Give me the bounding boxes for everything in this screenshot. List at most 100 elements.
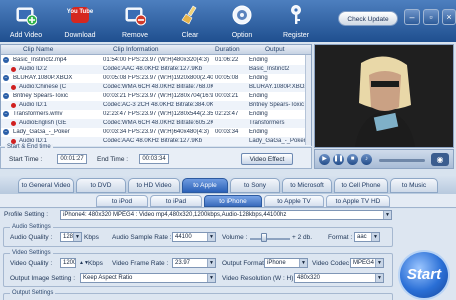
chevron-down-icon: ▼	[207, 233, 215, 241]
clip-list-scrollbar[interactable]	[305, 55, 311, 145]
video-frame-rate-label: Video Frame Rate :	[112, 260, 169, 267]
tab-ipad[interactable]: to iPad	[150, 195, 202, 207]
minimize-icon[interactable]: –	[404, 9, 420, 25]
duration-cell: 00:03:21	[215, 93, 239, 99]
end-time-label: End Time :	[97, 156, 129, 163]
start-time-label: Start Time :	[9, 156, 43, 163]
play-icon[interactable]: ▶	[319, 154, 330, 165]
header-clip-name[interactable]: Clip Name	[23, 46, 53, 53]
remove-button[interactable]: Remove	[109, 0, 161, 42]
preview-frame-image	[315, 45, 453, 147]
tab-apple-tv[interactable]: to Apple TV	[264, 195, 324, 207]
tab-cell-phone[interactable]: to Cell Phone	[334, 178, 388, 193]
video-settings-group: Video Settings Video Quality : 1200 ▲▼ K…	[3, 250, 393, 287]
register-button[interactable]: Register	[270, 0, 322, 42]
duration-cell: 01:06:22	[215, 57, 239, 63]
audio-track-icon	[11, 67, 16, 72]
broom-icon	[181, 5, 197, 25]
output-cell: Ending	[249, 111, 268, 117]
video-codec-select[interactable]: MPEG4 ▼	[350, 258, 384, 268]
volume-slider-track[interactable]	[250, 238, 290, 240]
audio-track-icon	[11, 103, 16, 108]
header-clip-info[interactable]: Clip Information	[113, 46, 159, 53]
tab-dvd[interactable]: to DVD	[76, 178, 126, 193]
clip-info-cell: 02:23:47 FPS:23.97 (W:H)1280x544(2.35:1)	[103, 111, 213, 117]
clip-row[interactable]: − Basic_Instinct2.mp4 01:54:00 FPS:23.97 (…	[1, 56, 311, 65]
clip-row[interactable]: − Britney Spears-Toxic 00:03:21 FPS:23.97 …	[1, 92, 311, 101]
audio-track-row[interactable]: Audio ID:1 Codec:AC-3 2CH 48.0KHz Bitrate…	[1, 101, 311, 110]
output-image-setting-label: Output Image Setting :	[10, 275, 76, 282]
download-button[interactable]: You Tube Download	[54, 0, 106, 42]
output-image-setting-select[interactable]: Keep Aspect Ratio ▼	[80, 273, 216, 283]
stop-icon[interactable]: ■	[347, 154, 358, 165]
settings-panel: Profile Setting : iPhone4: 480x320 MPEG4…	[0, 209, 456, 300]
expand-toggle-icon[interactable]: −	[3, 57, 9, 63]
output-cell: Ending	[249, 129, 268, 135]
header-duration[interactable]: Duration	[215, 46, 240, 53]
output-settings-group: Output Settings	[3, 290, 393, 300]
volume-slider-handle[interactable]	[261, 233, 267, 242]
audio-track-row[interactable]: AudioEnglish (GE Codec:WMA 6CH 48.0KHz Bi…	[1, 119, 311, 128]
audio-quality-unit: Kbps	[84, 234, 99, 241]
clip-info-cell: 00:05:08 FPS:23.97 (W:H)1920x800(2.40:1)	[103, 75, 213, 81]
output-cell: Ending	[249, 57, 268, 63]
pause-icon[interactable]: ❚❚	[333, 154, 344, 165]
tab-general-video[interactable]: to General Video	[18, 178, 74, 193]
audio-track-row[interactable]: Audio ID:2 Codec:AAC 48.0KHz Bitrate:127.…	[1, 65, 311, 74]
tab-sony[interactable]: to Sony	[230, 178, 280, 193]
add-video-icon	[16, 7, 37, 26]
tab-apple[interactable]: to Apple	[182, 178, 228, 193]
category-tab-bar: to General Video to DVD to HD Video to A…	[0, 176, 456, 194]
expand-toggle-icon[interactable]: −	[3, 111, 9, 117]
audio-sample-rate-select[interactable]: 44100 ▼	[172, 232, 216, 242]
volume-icon[interactable]: ♪	[361, 154, 372, 165]
snapshot-camera-icon[interactable]: ◉	[431, 153, 449, 166]
output-cell: BLURAY.1080P.XBOX	[249, 84, 305, 90]
clip-name-cell: Transformers.wmv	[13, 111, 63, 117]
audio-track-row[interactable]: Audio:Chinese (C Codec:WMA 6CH 48.0KHz Bi…	[1, 83, 311, 92]
video-quality-input[interactable]: 1200	[60, 258, 76, 268]
tab-apple-tv-hd[interactable]: to Apple TV HD	[326, 195, 390, 207]
clip-row[interactable]: − Lady_GaGa_-_Poker 00:03:34 FPS:23.97 (W:…	[1, 128, 311, 137]
expand-toggle-icon[interactable]: −	[3, 93, 9, 99]
remove-label: Remove	[121, 32, 149, 39]
video-resolution-select[interactable]: 480x320 ▼	[294, 273, 384, 283]
duration-cell: 00:05:08	[215, 75, 239, 81]
tab-music[interactable]: to Music	[390, 178, 438, 193]
tab-ipod[interactable]: to iPod	[96, 195, 148, 207]
clip-row[interactable]: − BLURAY.1080P.XBOX 00:05:08 FPS:23.97 (W:…	[1, 74, 311, 83]
video-effect-button[interactable]: Video Effect	[241, 153, 293, 165]
output-format-select[interactable]: iPhone ▼	[264, 258, 308, 268]
chevron-down-icon: ▼	[73, 233, 81, 241]
clip-info-cell: Codec:AAC 48.0KHz Bitrate:127.9Kb	[103, 138, 203, 144]
clip-name-cell: Audio ID:1	[19, 102, 48, 108]
chevron-down-icon: ▼	[207, 259, 215, 267]
clip-info-cell: 00:03:21 FPS:23.97 (W:H)1280x704(16:9)	[103, 93, 213, 99]
clip-row[interactable]: − Transformers.wmv 02:23:47 FPS:23.97 (W:H…	[1, 110, 311, 119]
player-seek-bar[interactable]	[379, 159, 425, 162]
tab-iphone[interactable]: to iPhone	[204, 195, 262, 207]
profile-select[interactable]: iPhone4: 480x320 MPEG4 : Video mp4,480x3…	[60, 210, 392, 220]
audio-format-select[interactable]: aac ▼	[354, 232, 380, 242]
output-settings-legend: Output Settings	[10, 290, 56, 296]
expand-toggle-icon[interactable]: −	[3, 75, 9, 81]
video-frame-rate-select[interactable]: 23.97 ▼	[172, 258, 216, 268]
start-time-input[interactable]: 00:01:27	[57, 154, 87, 164]
clip-name-cell: Britney Spears-Toxic	[13, 93, 69, 99]
add-video-button[interactable]: Add Video	[0, 0, 52, 42]
audio-quality-select[interactable]: 128 ▼	[60, 232, 82, 242]
header-output[interactable]: Output	[265, 46, 285, 53]
clear-button[interactable]: Clear	[164, 0, 216, 42]
expand-toggle-icon[interactable]: −	[3, 129, 9, 135]
start-button[interactable]: Start	[398, 250, 450, 300]
chevron-down-icon: ▼	[299, 259, 307, 267]
option-button[interactable]: Option	[216, 0, 268, 42]
profile-select-value: iPhone4: 480x320 MPEG4 : Video mp4,480x3…	[63, 212, 287, 218]
tab-hd-video[interactable]: to HD Video	[128, 178, 180, 193]
restore-icon[interactable]: ▫	[423, 9, 439, 25]
check-update-button[interactable]: Check Update	[338, 11, 398, 26]
close-icon[interactable]: ×	[442, 9, 456, 25]
end-time-input[interactable]: 00:03:34	[139, 154, 169, 164]
tab-microsoft[interactable]: to Microsoft	[282, 178, 332, 193]
video-frame-rate-value: 23.97	[175, 260, 191, 266]
